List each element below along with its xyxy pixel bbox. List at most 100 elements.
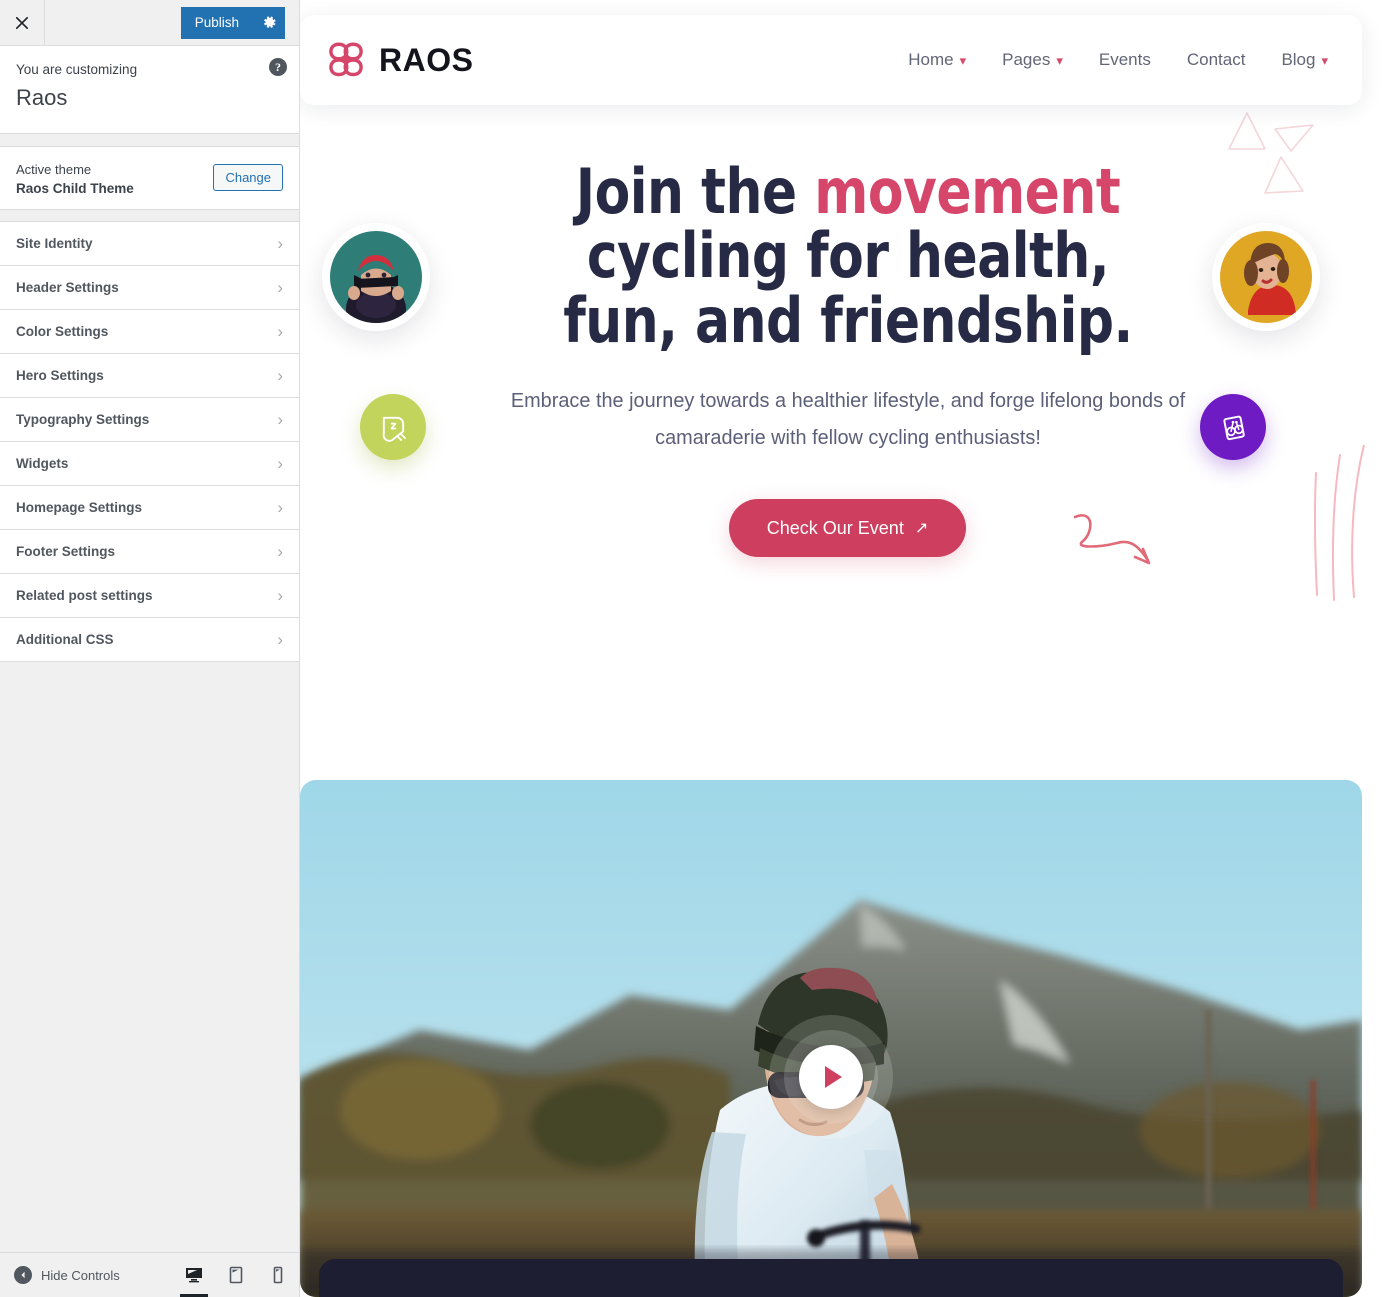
chevron-down-icon: ▾ xyxy=(1321,52,1328,68)
section-label: Color Settings xyxy=(16,323,109,339)
help-icon[interactable]: ? xyxy=(269,58,287,76)
customizer-sidebar: Publish You are customizing Raos ? Activ… xyxy=(0,0,300,1297)
hero-subtitle: Embrace the journey towards a healthier … xyxy=(510,389,1185,449)
play-button[interactable] xyxy=(799,1045,863,1109)
customizer-header-bar: Publish xyxy=(0,0,299,46)
hero-title-part1: Join the xyxy=(575,155,814,228)
arrow-up-right-icon: ↗ xyxy=(914,520,929,538)
chevron-right-icon: › xyxy=(277,365,283,385)
section-label: Footer Settings xyxy=(16,543,116,559)
play-icon xyxy=(824,1066,842,1088)
sidebar-item-hero-settings[interactable]: Hero Settings › xyxy=(0,353,299,398)
sidebar-item-color-settings[interactable]: Color Settings › xyxy=(0,309,299,354)
chevron-down-icon: ▾ xyxy=(1056,52,1063,68)
cta-label: Check Our Event xyxy=(766,517,904,538)
nav-label: Blog xyxy=(1281,50,1316,69)
customizing-label: You are customizing xyxy=(16,62,138,77)
gear-icon xyxy=(263,16,276,28)
nav-label: Pages xyxy=(1002,50,1051,69)
close-customizer-button[interactable] xyxy=(0,0,45,45)
stats-dark-panel xyxy=(319,1259,1343,1297)
panel-gap-2 xyxy=(0,209,299,221)
publish-group: Publish xyxy=(180,0,299,45)
sidebar-item-homepage-settings[interactable]: Homepage Settings › xyxy=(0,485,299,530)
site-preview-frame: RAOS Home ▾ Pages ▾ Events Contact Blog … xyxy=(300,0,1395,1297)
chevron-right-icon: › xyxy=(277,629,283,649)
nav-label: Home xyxy=(908,50,954,69)
section-label: Typography Settings xyxy=(16,411,150,427)
nav-item-home[interactable]: Home ▾ xyxy=(908,50,966,70)
chevron-right-icon: › xyxy=(277,585,283,605)
mobile-icon xyxy=(273,1266,283,1284)
chevron-right-icon: › xyxy=(277,453,283,473)
raos-logo-icon xyxy=(329,42,363,77)
sidebar-item-additional-css[interactable]: Additional CSS › xyxy=(0,617,299,662)
tablet-icon xyxy=(229,1266,243,1284)
close-icon xyxy=(15,16,29,29)
section-label: Related post settings xyxy=(16,587,153,603)
nav-item-pages[interactable]: Pages ▾ xyxy=(1002,50,1063,70)
active-theme-panel: Active theme Raos Child Theme Change xyxy=(0,145,299,210)
preview-desktop-button[interactable] xyxy=(173,1253,215,1297)
sidebar-item-widgets[interactable]: Widgets › xyxy=(0,441,299,486)
previewed-site: RAOS Home ▾ Pages ▾ Events Contact Blog … xyxy=(300,0,1395,1297)
hero-badge-green xyxy=(360,394,426,460)
customizer-footer: Hide Controls xyxy=(0,1252,299,1297)
avatar-photo-right xyxy=(1220,231,1312,323)
hide-controls-button[interactable]: Hide Controls xyxy=(0,1266,173,1284)
chevron-right-icon: › xyxy=(277,321,283,341)
sidebar-empty-space xyxy=(0,661,299,1252)
change-theme-button[interactable]: Change xyxy=(213,164,283,192)
chevron-right-icon: › xyxy=(277,277,283,297)
section-label: Site Identity xyxy=(16,235,93,251)
hero-video-card xyxy=(300,780,1362,1297)
hero-section: Join the movement cycling for health, fu… xyxy=(300,105,1395,755)
section-label: Widgets xyxy=(16,455,69,471)
preview-tablet-button[interactable] xyxy=(215,1253,257,1297)
nav-item-events[interactable]: Events xyxy=(1099,50,1151,70)
preview-mobile-button[interactable] xyxy=(257,1253,299,1297)
section-label: Homepage Settings xyxy=(16,499,143,515)
site-brand-name: RAOS xyxy=(379,41,474,78)
sidebar-item-related-post-settings[interactable]: Related post settings › xyxy=(0,573,299,618)
active-theme-name: Raos Child Theme xyxy=(16,180,134,196)
squiggle-arrow-decoration xyxy=(1073,514,1150,565)
chevron-down-icon: ▾ xyxy=(959,52,967,68)
nav-item-contact[interactable]: Contact xyxy=(1187,50,1246,70)
section-label: Hero Settings xyxy=(16,367,104,383)
customizing-info-panel: You are customizing Raos ? xyxy=(0,46,299,134)
hero-avatar-right xyxy=(1212,223,1320,331)
active-theme-text: Active theme Raos Child Theme xyxy=(16,160,134,196)
check-our-event-button[interactable]: Check Our Event ↗ xyxy=(728,499,967,558)
chevron-right-icon: › xyxy=(277,409,283,429)
site-header: RAOS Home ▾ Pages ▾ Events Contact Blog … xyxy=(300,15,1362,105)
panel-gap-1 xyxy=(0,133,299,146)
chevron-right-icon: › xyxy=(277,233,283,253)
hero-badge-purple xyxy=(1200,394,1266,460)
hero-content: Join the movement cycling for health, fu… xyxy=(498,159,1198,565)
nav-label: Contact xyxy=(1186,50,1246,69)
sidebar-item-header-settings[interactable]: Header Settings › xyxy=(0,265,299,310)
sidebar-item-typography-settings[interactable]: Typography Settings › xyxy=(0,397,299,442)
video-play-control xyxy=(769,1015,893,1139)
hero-cta-row: Check Our Event ↗ xyxy=(498,499,1198,565)
sidebar-item-site-identity[interactable]: Site Identity › xyxy=(0,221,299,266)
publish-button[interactable]: Publish xyxy=(180,6,253,39)
chevron-right-icon: › xyxy=(277,541,283,561)
nav-item-blog[interactable]: Blog ▾ xyxy=(1281,50,1328,70)
site-navigation: Home ▾ Pages ▾ Events Contact Blog ▾ xyxy=(908,50,1328,70)
bike-card-icon xyxy=(1222,415,1245,440)
hero-avatar-left xyxy=(322,223,430,331)
hero-title-accent: movement xyxy=(813,155,1120,228)
hide-controls-label: Hide Controls xyxy=(41,1267,120,1283)
section-label: Additional CSS xyxy=(16,631,114,647)
chevron-right-icon: › xyxy=(277,497,283,517)
site-brand[interactable]: RAOS xyxy=(325,39,473,81)
avatar xyxy=(1220,231,1312,323)
publish-settings-button[interactable] xyxy=(253,6,285,39)
header-spacer xyxy=(45,0,181,45)
section-label: Header Settings xyxy=(16,279,119,295)
sidebar-item-footer-settings[interactable]: Footer Settings › xyxy=(0,529,299,574)
customizing-site-title: Raos xyxy=(16,85,68,111)
location-pin-icon xyxy=(382,416,406,442)
